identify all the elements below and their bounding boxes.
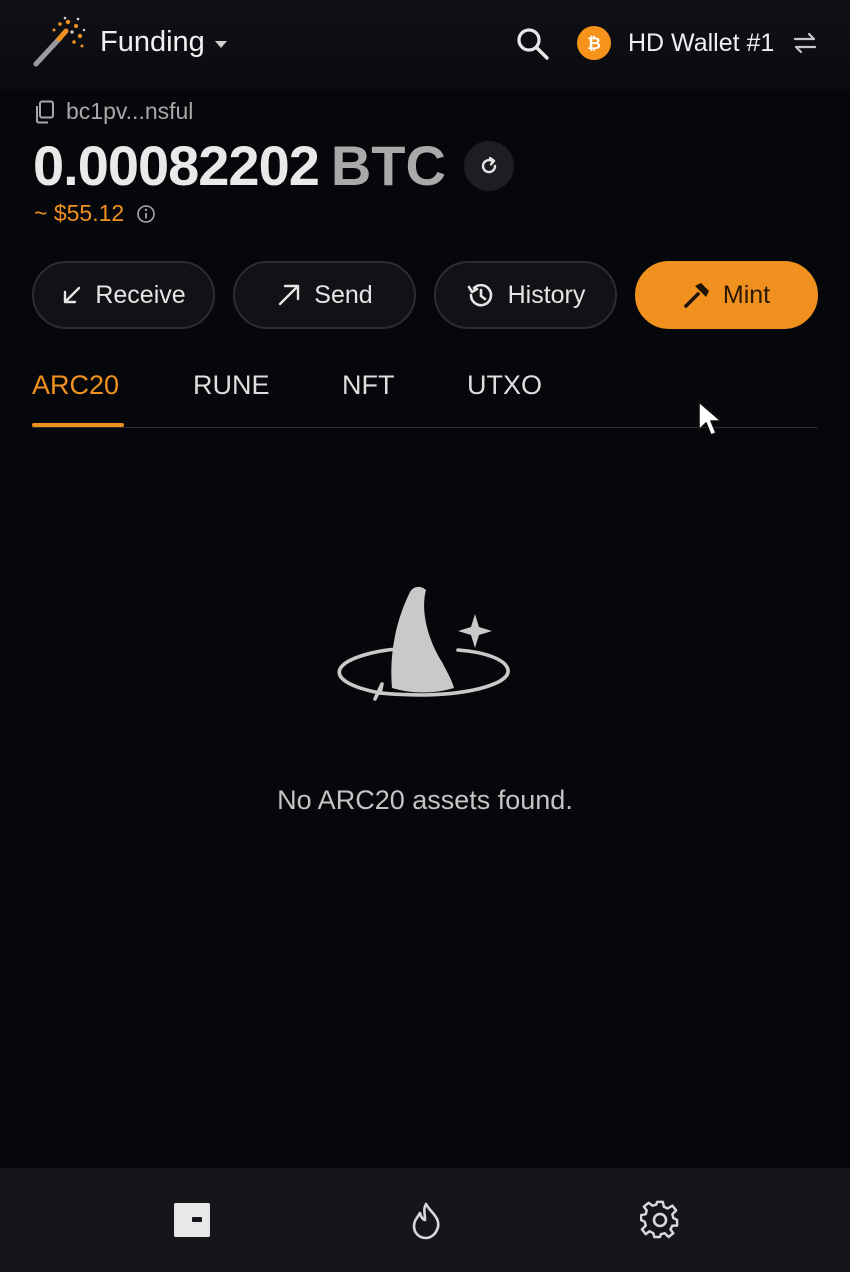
tab-arc20[interactable]: ARC20 — [32, 370, 119, 401]
action-buttons: Receive Send History Mint — [32, 261, 818, 329]
wallet-name[interactable]: HD Wallet #1 — [628, 29, 774, 58]
balance-row: 0.00082202 BTC — [33, 133, 514, 198]
arrow-up-right-icon — [279, 284, 300, 306]
tab-nft[interactable]: NFT — [342, 370, 394, 401]
address-row[interactable]: bc1pv...nsful — [34, 98, 193, 125]
refresh-icon — [481, 156, 497, 173]
chevron-down-icon — [214, 41, 227, 48]
history-label: History — [507, 280, 586, 309]
usd-row: ~ $55.12 — [34, 200, 156, 227]
switch-icon[interactable] — [792, 30, 818, 56]
mint-button[interactable]: Mint — [635, 261, 818, 329]
tab-rune[interactable]: RUNE — [193, 370, 270, 401]
receive-button[interactable]: Receive — [32, 261, 215, 329]
history-button[interactable]: History — [434, 261, 617, 329]
bottom-nav — [0, 1168, 850, 1272]
history-icon — [467, 283, 492, 307]
account-name: Funding — [100, 26, 205, 58]
wallet-icon[interactable] — [172, 1200, 212, 1240]
receive-label: Receive — [95, 280, 186, 309]
svg-text:₿: ₿ — [587, 34, 601, 54]
witch-hat-icon — [337, 586, 510, 701]
usd-value: ~ $55.12 — [34, 200, 125, 226]
gear-icon[interactable] — [640, 1200, 680, 1240]
flame-icon[interactable] — [406, 1200, 446, 1240]
wallet-address: bc1pv...nsful — [66, 98, 194, 124]
arrow-down-left-icon — [64, 286, 81, 304]
bitcoin-symbol-icon: ₿ — [587, 34, 601, 54]
balance-amount: 0.00082202 — [33, 134, 320, 197]
account-switcher[interactable]: Funding — [100, 26, 227, 59]
info-icon[interactable] — [136, 204, 156, 224]
empty-state-message: No ARC20 assets found. — [277, 785, 573, 815]
bitcoin-icon[interactable]: ₿ — [577, 26, 611, 60]
hammer-icon — [684, 283, 709, 308]
top-bar: Funding ₿ HD Wallet #1 — [0, 0, 850, 90]
active-tab-indicator — [32, 423, 124, 427]
balance-unit: BTC — [330, 134, 446, 197]
send-button[interactable]: Send — [233, 261, 416, 329]
mint-label: Mint — [722, 280, 771, 309]
mouse-cursor-icon — [698, 401, 722, 436]
wand-logo-icon — [33, 16, 86, 67]
send-label: Send — [314, 280, 373, 309]
search-icon[interactable] — [516, 27, 550, 61]
tab-utxo[interactable]: UTXO — [467, 370, 542, 401]
refresh-button[interactable] — [463, 140, 514, 191]
copy-icon[interactable] — [34, 100, 56, 124]
